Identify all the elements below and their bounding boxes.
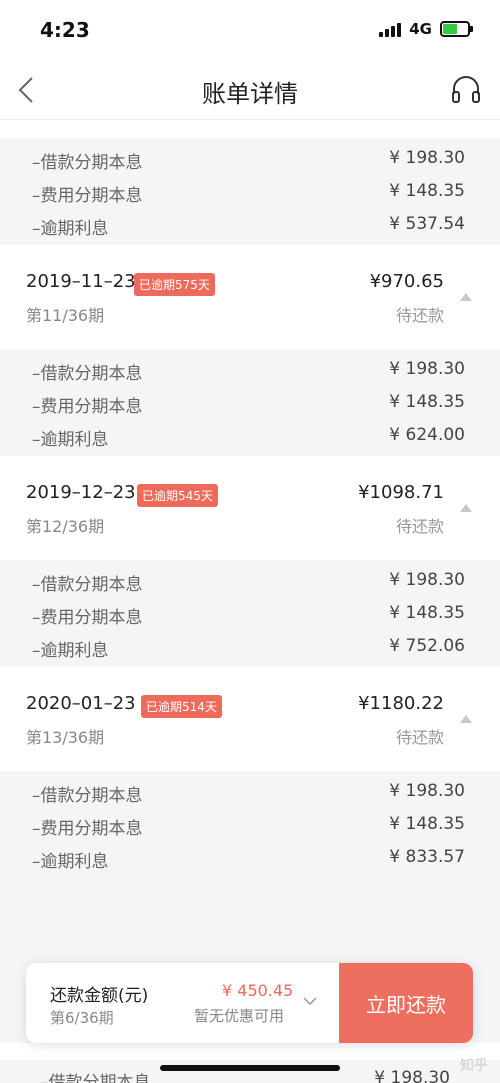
period-date: 2019–12–23 bbox=[26, 482, 136, 503]
period-amount: ¥1098.71 bbox=[358, 482, 444, 503]
detail-amount: ¥ 198.30 bbox=[389, 570, 465, 590]
detail-amount: ¥ 148.35 bbox=[389, 814, 465, 834]
detail-row: –借款分期本息 ¥ 198.30 bbox=[0, 564, 500, 597]
signal-icon bbox=[379, 21, 402, 37]
payment-bar: 还款金额(元) 第6/36期 ¥ 450.45 暂无优惠可用 立即还款 bbox=[26, 963, 473, 1043]
network-type: 4G bbox=[409, 20, 432, 38]
detail-row: –逾期利息 ¥ 752.06 bbox=[0, 630, 500, 663]
detail-label: –借款分期本息 bbox=[40, 1073, 151, 1083]
detail-row: –费用分期本息 ¥ 148.35 bbox=[0, 597, 500, 630]
status-time: 4:23 bbox=[40, 18, 90, 42]
detail-row: –逾期利息 ¥ 624.00 bbox=[0, 419, 500, 452]
status-icons: 4G bbox=[379, 20, 473, 38]
nav-bar: 账单详情 bbox=[0, 60, 500, 120]
detail-label: –借款分期本息 bbox=[32, 786, 143, 806]
collapse-caret-icon[interactable] bbox=[460, 715, 472, 723]
detail-amount: ¥ 148.35 bbox=[389, 181, 465, 201]
customer-service-button[interactable] bbox=[450, 74, 482, 106]
period-number: 第13/36期 bbox=[26, 728, 105, 747]
period-number: 第12/36期 bbox=[26, 517, 105, 536]
watermark: 知乎 bbox=[460, 1058, 488, 1074]
period-amount: ¥1180.22 bbox=[358, 693, 444, 714]
detail-row: –借款分期本息 ¥ 198.30 bbox=[0, 353, 500, 386]
headset-icon bbox=[452, 76, 480, 103]
page-title: 账单详情 bbox=[202, 80, 298, 108]
detail-label: –逾期利息 bbox=[32, 852, 109, 872]
detail-row: –费用分期本息 ¥ 148.35 bbox=[0, 808, 500, 841]
home-indicator[interactable] bbox=[160, 1065, 340, 1071]
detail-label: –费用分期本息 bbox=[32, 608, 143, 628]
detail-amount: ¥ 198.30 bbox=[389, 359, 465, 379]
detail-amount: ¥ 198.30 bbox=[389, 781, 465, 801]
period-row[interactable]: 2019–11–23 已逾期575天 第11/36期 ¥970.65 待还款 bbox=[0, 245, 500, 349]
period-status: 待还款 bbox=[395, 517, 444, 536]
period-number: 第11/36期 bbox=[26, 306, 105, 325]
detail-label: –借款分期本息 bbox=[32, 364, 143, 384]
detail-amount: ¥ 148.35 bbox=[389, 392, 465, 412]
detail-label: –逾期利息 bbox=[32, 641, 109, 661]
detail-row: –借款分期本息 ¥ 198.30 bbox=[0, 142, 500, 175]
detail-row: –逾期利息 ¥ 833.57 bbox=[0, 841, 500, 874]
detail-block: –借款分期本息 ¥ 198.30 –费用分期本息 ¥ 148.35 –逾期利息 … bbox=[0, 560, 500, 667]
detail-label: –借款分期本息 bbox=[32, 575, 143, 595]
discount-selector[interactable]: 暂无优惠可用 bbox=[194, 1005, 284, 1026]
detail-row: –费用分期本息 ¥ 148.35 bbox=[0, 175, 500, 208]
detail-amount: ¥ 148.35 bbox=[389, 603, 465, 623]
detail-amount: ¥ 624.00 bbox=[389, 425, 465, 445]
detail-row: –逾期利息 ¥ 537.54 bbox=[0, 208, 500, 241]
period-amount: ¥970.65 bbox=[369, 271, 444, 292]
detail-amount: ¥ 198.30 bbox=[374, 1068, 450, 1083]
detail-block: –借款分期本息 ¥ 198.30 –费用分期本息 ¥ 148.35 –逾期利息 … bbox=[0, 138, 500, 245]
detail-label: –逾期利息 bbox=[32, 430, 109, 450]
overdue-badge: 已逾期575天 bbox=[134, 273, 215, 296]
pay-now-button[interactable]: 立即还款 bbox=[339, 963, 473, 1043]
payment-period: 第6/36期 bbox=[50, 1009, 114, 1027]
payment-amount-label: 还款金额(元) bbox=[50, 986, 149, 1006]
detail-amount: ¥ 537.54 bbox=[389, 214, 465, 234]
detail-label: –费用分期本息 bbox=[32, 397, 143, 417]
detail-block: –借款分期本息 ¥ 198.30 –费用分期本息 ¥ 148.35 –逾期利息 … bbox=[0, 349, 500, 456]
collapse-caret-icon[interactable] bbox=[460, 504, 472, 512]
collapse-caret-icon[interactable] bbox=[460, 293, 472, 301]
detail-row: –借款分期本息 ¥ 198.30 bbox=[0, 775, 500, 808]
period-row[interactable]: 2019–12–23 已逾期545天 第12/36期 ¥1098.71 待还款 bbox=[0, 456, 500, 560]
period-status: 待还款 bbox=[395, 306, 444, 325]
detail-amount: ¥ 752.06 bbox=[389, 636, 465, 656]
detail-amount: ¥ 198.30 bbox=[389, 148, 465, 168]
detail-label: –费用分期本息 bbox=[32, 819, 143, 839]
period-date: 2020–01–23 bbox=[26, 693, 136, 714]
detail-label: –借款分期本息 bbox=[32, 153, 143, 173]
chevron-down-icon[interactable] bbox=[302, 993, 318, 1009]
battery-icon bbox=[440, 21, 473, 37]
detail-row: –借款分期本息 ¥ 198.30 bbox=[0, 1060, 500, 1083]
overdue-badge: 已逾期545天 bbox=[137, 484, 218, 507]
detail-row: –费用分期本息 ¥ 148.35 bbox=[0, 386, 500, 419]
detail-block: –借款分期本息 ¥ 198.30 –费用分期本息 ¥ 148.35 –逾期利息 … bbox=[0, 771, 500, 878]
period-date: 2019–11–23 bbox=[26, 271, 136, 292]
bill-list: –借款分期本息 ¥ 198.30 –费用分期本息 ¥ 148.35 –逾期利息 … bbox=[0, 120, 500, 878]
detail-amount: ¥ 833.57 bbox=[389, 847, 465, 867]
overdue-badge: 已逾期514天 bbox=[141, 695, 222, 718]
detail-label: –逾期利息 bbox=[32, 219, 109, 239]
payment-amount: ¥ 450.45 bbox=[222, 981, 294, 1000]
period-status: 待还款 bbox=[395, 728, 444, 747]
status-bar: 4:23 4G bbox=[0, 0, 500, 60]
period-row[interactable]: 2020–01–23 已逾期514天 第13/36期 ¥1180.22 待还款 bbox=[0, 667, 500, 771]
detail-label: –费用分期本息 bbox=[32, 186, 143, 206]
